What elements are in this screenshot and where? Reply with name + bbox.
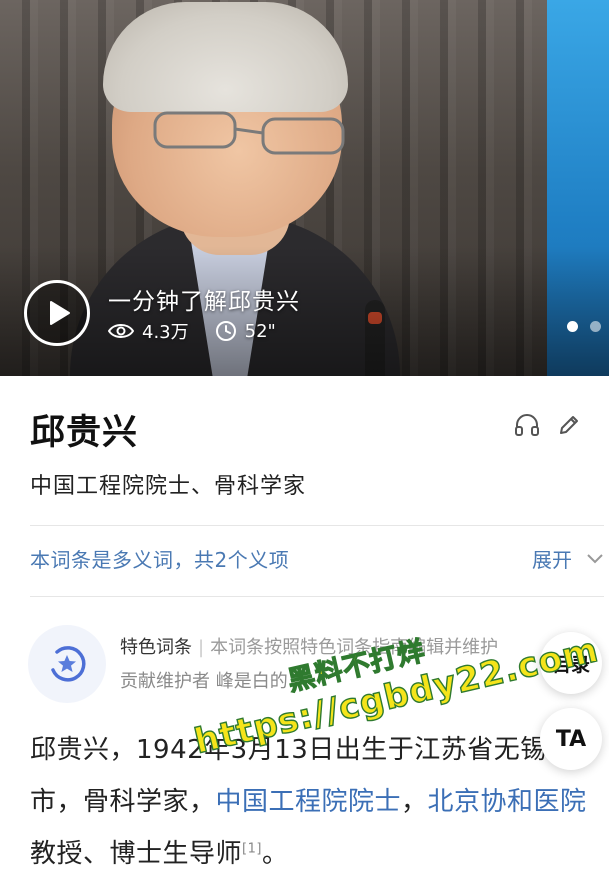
link-academician[interactable]: 中国工程院院士 — [216, 787, 402, 817]
summary-text: 教授、博士生导师 — [30, 839, 243, 869]
featured-maintainer: 贡献维护者 峰是白的 — [120, 671, 288, 692]
header-actions — [499, 411, 583, 439]
featured-badge — [28, 625, 106, 703]
video-shade — [0, 246, 609, 376]
duration-meta: 52" — [215, 320, 276, 342]
divider — [30, 525, 604, 526]
headphones-icon — [515, 414, 539, 436]
ta-label: TA — [555, 726, 587, 752]
featured-star-icon — [51, 646, 86, 682]
ta-button[interactable]: TA — [540, 708, 602, 770]
chevron-down-icon — [587, 553, 603, 563]
divider — [30, 596, 604, 597]
carousel-dot[interactable] — [590, 321, 601, 332]
edit-button[interactable] — [555, 411, 583, 439]
expand-label: 展开 — [532, 548, 572, 572]
video-hero[interactable]: 一分钟了解邱贵兴 4.3万 52" — [0, 0, 609, 376]
entry-summary: 邱贵兴，1942年3月13日出生于江苏省无锡市，骨科学家，中国工程院院士，北京协… — [30, 724, 590, 880]
video-meta: 4.3万 52" — [108, 318, 302, 344]
expand-button[interactable]: 展开 — [532, 544, 604, 573]
featured-label: 特色词条 — [120, 637, 192, 658]
entry-subtitle: 中国工程院院士、骨科学家 — [30, 474, 307, 499]
play-button[interactable] — [24, 280, 90, 346]
clock-icon — [215, 321, 236, 341]
summary-text: 。 — [261, 839, 289, 869]
reference-link[interactable]: [1] — [242, 841, 262, 856]
listen-button[interactable] — [513, 411, 541, 439]
pencil-icon — [560, 416, 578, 434]
video-title[interactable]: 一分钟了解邱贵兴 — [108, 282, 300, 316]
views-meta: 4.3万 — [108, 318, 189, 344]
person-hair — [103, 2, 348, 112]
glasses-shape — [153, 111, 345, 155]
link-hospital[interactable]: 北京协和医院 — [428, 787, 587, 817]
entry-title: 邱贵兴 — [30, 413, 139, 453]
carousel-dot[interactable] — [567, 321, 578, 332]
eye-icon — [108, 324, 134, 338]
carousel-dots — [555, 321, 601, 332]
play-icon — [49, 301, 70, 325]
views-count: 4.3万 — [142, 322, 189, 343]
polysemy-row[interactable]: 本词条是多义词，共2个义项 展开 — [30, 544, 604, 573]
polysemy-text[interactable]: 本词条是多义词，共2个义项 — [30, 544, 289, 573]
summary-sep: ， — [401, 787, 428, 817]
duration-value: 52" — [244, 320, 276, 342]
